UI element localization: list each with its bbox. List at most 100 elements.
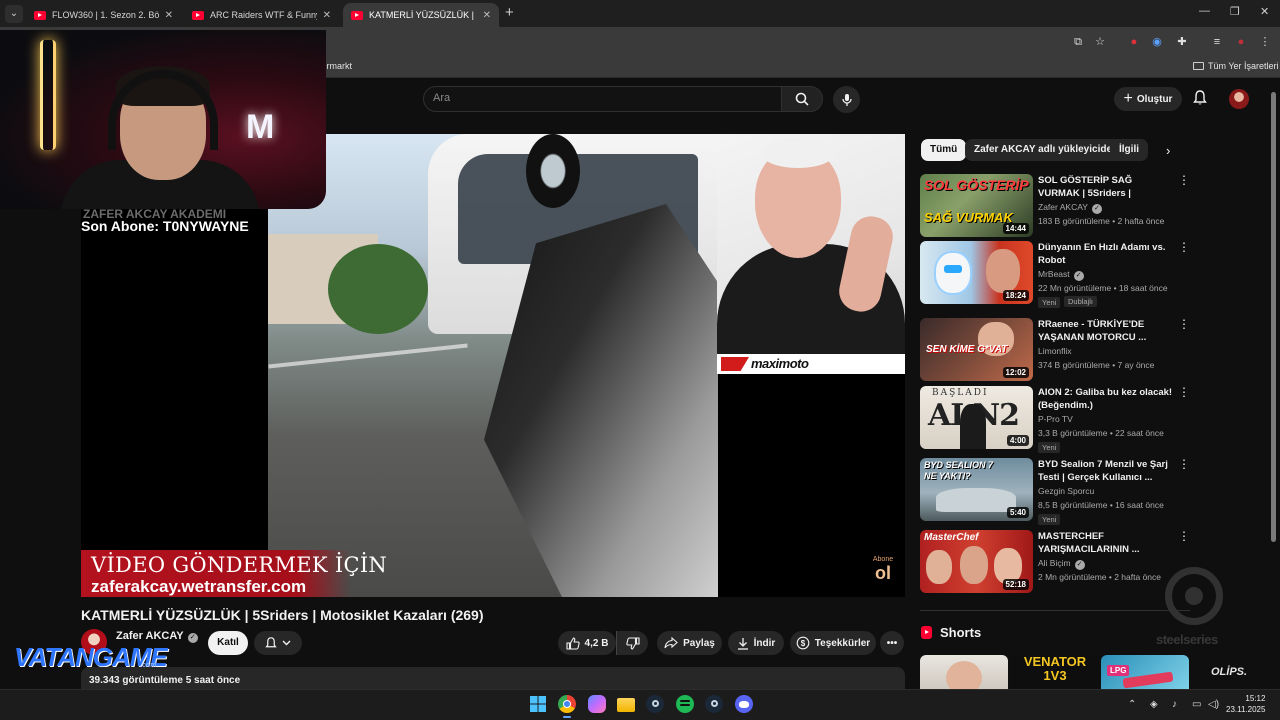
video-title: KATMERLİ YÜZSÜZLÜK | 5Sriders | Motosikl… [81, 607, 484, 623]
system-clock[interactable]: 15:12 23.11.2025 [1226, 693, 1265, 715]
recommendation-channel[interactable]: MrBeast ✓ [1038, 269, 1084, 281]
recommendation-title[interactable]: AION 2: Galiba bu kez olacak! (Beğendim.… [1038, 386, 1176, 412]
tab-search-button[interactable]: ⌄ [5, 5, 23, 23]
video-pip-presenter [717, 134, 905, 374]
create-button[interactable]: + Oluştur [1114, 87, 1182, 111]
recommendation-item[interactable]: MasterChef 52:18 MASTERCHEF YARIŞMACILAR… [920, 530, 1190, 594]
minimize-icon[interactable]: — [1199, 5, 1210, 17]
download-icon [737, 637, 748, 650]
recommendation-title[interactable]: SOL GÖSTERİP SAĞ VURMAK | 5Sriders | Mot… [1038, 174, 1176, 200]
video-thumbnail[interactable]: MasterChef 52:18 [920, 530, 1033, 593]
more-vertical-icon[interactable]: ⋮ [1178, 318, 1190, 330]
close-tab-icon[interactable]: ✕ [483, 10, 491, 21]
chip-from-uploader[interactable]: Zafer AKCAY adlı yükleyiciden [965, 139, 1128, 161]
copilot-icon[interactable] [588, 695, 606, 713]
cast-icon[interactable]: ⧉ [1071, 35, 1085, 49]
network-icon[interactable]: ▭ [1192, 699, 1201, 710]
search-input[interactable] [423, 86, 782, 112]
more-vertical-icon[interactable]: ⋮ [1178, 530, 1190, 542]
bookmark-star-icon[interactable]: ☆ [1093, 35, 1107, 49]
tray-overflow-icon[interactable]: ⌃ [1128, 699, 1136, 710]
maximoto-logo: maximoto [717, 354, 905, 374]
new-badge: Yeni [1038, 442, 1061, 453]
volume-icon[interactable]: ◁) [1208, 699, 1219, 710]
share-button[interactable]: Paylaş [657, 631, 722, 655]
dislike-button[interactable] [616, 631, 648, 655]
more-vertical-icon[interactable]: ⋮ [1178, 241, 1190, 253]
extensions-puzzle-icon[interactable]: ✚ [1175, 35, 1189, 49]
channel-label: P-Pro TV [1038, 414, 1073, 424]
file-explorer-icon[interactable] [617, 698, 635, 712]
steam-icon[interactable] [646, 695, 664, 713]
recommendation-item[interactable]: BAŞLADI AI N2 4:00 AION 2: Galiba bu kez… [920, 386, 1190, 453]
microphone-tray-icon[interactable]: ♪ [1172, 699, 1177, 710]
recommendation-title[interactable]: BYD Sealion 7 Menzil ve Şarj Testi | Ger… [1038, 458, 1176, 484]
all-bookmarks-button[interactable]: Tüm Yer İşaretleri [1193, 61, 1279, 71]
short-thumbnail[interactable] [920, 655, 1008, 690]
recommendation-channel[interactable]: Zafer AKCAY ✓ [1038, 202, 1102, 214]
download-button[interactable]: İndir [728, 631, 784, 655]
subscription-bell-button[interactable] [254, 631, 302, 655]
recommendation-item[interactable]: 18:24 Dünyanın En Hızlı Adamı vs. Robot … [920, 241, 1190, 308]
start-menu-icon[interactable] [529, 695, 547, 713]
more-vertical-icon[interactable]: ⋮ [1178, 386, 1190, 398]
neon-logo-decor: M [246, 108, 275, 146]
recommendation-item[interactable]: BYD SEALION 7 NE YAKTI? 5:40 BYD Sealion … [920, 458, 1190, 525]
browser-tab-active[interactable]: KATMERLİ YÜZSÜZLÜK | 5Srider ✕ [343, 3, 499, 27]
short-thumbnail[interactable]: LPG [1101, 655, 1189, 690]
browser-tab-1[interactable]: FLOW360 | 1. Sezon 2. Bölüm - ✕ [26, 3, 181, 27]
recommendation-item[interactable]: SEN KİME G*VAT 12:02 RRaenee - TÜRKİYE'D… [920, 318, 1190, 382]
clock-time: 15:12 [1245, 694, 1266, 703]
thanks-button[interactable]: $ Teşekkürler [790, 631, 876, 655]
chip-related[interactable]: İlgili [1110, 139, 1148, 161]
close-tab-icon[interactable]: ✕ [323, 10, 331, 21]
recommendation-channel[interactable]: Ali Biçim ✓ [1038, 558, 1085, 570]
shorts-label: Shorts [940, 625, 982, 640]
recommendation-item[interactable]: SOL GÖSTERİP SAĞ VURMAK 14:44 SOL GÖSTER… [920, 174, 1190, 238]
recommendation-title[interactable]: MASTERCHEF YARIŞMACILARININ ... [1038, 530, 1176, 556]
recommendation-title[interactable]: RRaenee - TÜRKİYE'DE YAŞANAN MOTORCU ... [1038, 318, 1176, 344]
video-thumbnail[interactable]: 18:24 [920, 241, 1033, 304]
close-tab-icon[interactable]: ✕ [165, 10, 173, 21]
video-duration: 4:00 [1006, 435, 1029, 446]
account-avatar[interactable] [1229, 89, 1249, 109]
join-button[interactable]: Katıl [208, 631, 248, 655]
verified-check-icon: ✓ [1073, 271, 1084, 281]
steam-icon-2[interactable] [705, 695, 723, 713]
browser-menu-icon[interactable]: ⋮ [1258, 35, 1272, 49]
more-vertical-icon[interactable]: ⋮ [1178, 174, 1190, 186]
page-scrollbar[interactable] [1271, 92, 1276, 542]
more-vertical-icon[interactable]: ⋮ [1178, 458, 1190, 470]
recommendation-title[interactable]: Dünyanın En Hızlı Adamı vs. Robot [1038, 241, 1176, 267]
profile-icon[interactable]: ● [1234, 35, 1248, 49]
notifications-bell-icon[interactable] [1193, 90, 1207, 111]
chrome-icon[interactable] [558, 695, 576, 713]
verified-check-icon: ✓ [1074, 560, 1085, 570]
close-window-icon[interactable]: ✕ [1260, 5, 1269, 18]
chip-all[interactable]: Tümü [921, 139, 967, 161]
short-thumbnail[interactable]: VENATOR 1V3 [1011, 655, 1099, 690]
tray-app-icon[interactable]: ◈ [1150, 699, 1158, 710]
recommendation-channel[interactable]: Gezgin Sporcu [1038, 486, 1094, 496]
discord-icon[interactable] [735, 695, 753, 713]
like-button[interactable]: 4,2 B [558, 631, 616, 655]
recommendation-channel[interactable]: Limonflix [1038, 346, 1072, 356]
browser-tab-2[interactable]: ARC Raiders WTF & Funny Mom ✕ [184, 3, 339, 27]
video-thumbnail[interactable]: BAŞLADI AI N2 4:00 [920, 386, 1033, 449]
video-thumbnail[interactable]: SEN KİME G*VAT 12:02 [920, 318, 1033, 381]
video-thumbnail[interactable]: BYD SEALION 7 NE YAKTI? 5:40 [920, 458, 1033, 521]
extension-audio-icon[interactable]: ◉ [1150, 35, 1164, 49]
recommendation-channel[interactable]: P-Pro TV [1038, 414, 1073, 424]
maximize-icon[interactable]: ❐ [1230, 5, 1240, 18]
abone-big-text: ol [875, 563, 891, 583]
chevron-right-icon[interactable]: › [1166, 143, 1170, 158]
extension-red-icon[interactable]: ● [1127, 35, 1141, 49]
new-tab-icon[interactable]: + [505, 4, 514, 21]
more-actions-button[interactable]: ••• [880, 631, 904, 655]
search-button[interactable] [781, 86, 823, 112]
media-control-icon[interactable]: ≡ [1210, 35, 1224, 49]
voice-search-button[interactable] [833, 86, 860, 113]
spotify-icon[interactable] [676, 695, 694, 713]
video-thumbnail[interactable]: SOL GÖSTERİP SAĞ VURMAK 14:44 [920, 174, 1033, 237]
short-title: LPG [1107, 665, 1130, 676]
